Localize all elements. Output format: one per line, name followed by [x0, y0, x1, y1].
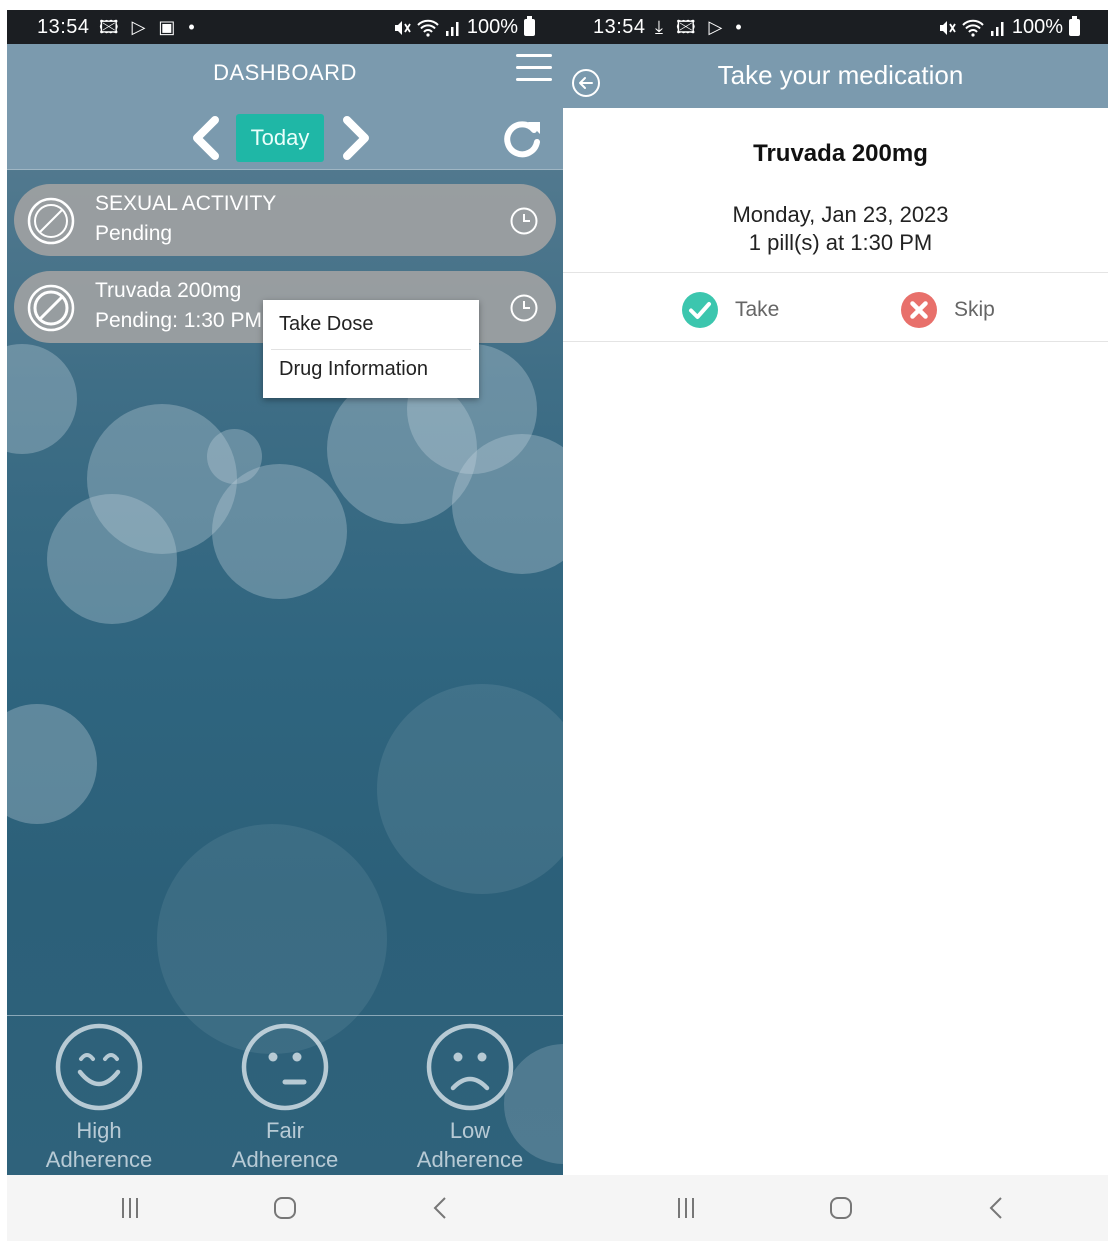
pill-icon [27, 197, 75, 245]
smile-face-icon [55, 1023, 143, 1111]
signal-icon [445, 21, 459, 36]
hamburger-menu-icon[interactable] [516, 54, 552, 84]
page-title: Take your medication [717, 60, 964, 90]
check-circle-icon [682, 292, 718, 328]
clock-icon [510, 207, 538, 235]
take-medication-screen: 13:54 ⤓ 🖾 ▷ • 100% Take your medication … [563, 10, 1108, 1241]
take-button[interactable]: Take [681, 288, 779, 332]
divider [563, 272, 1108, 273]
adherence-bar: High Adherence Fair Adherence Low Adherence [7, 1015, 563, 1175]
clock-icon [510, 294, 538, 322]
wifi-icon [962, 19, 984, 37]
status-bar: 13:54 🖾 ▷ ▣ • 100% [7, 10, 563, 44]
medication-header: Take your medication [563, 44, 1108, 108]
adherence-high-label: High Adherence [45, 1118, 153, 1172]
battery-percent: 100% [1011, 16, 1063, 38]
notification-icons: 🖾 ▷ ▣ • [99, 17, 199, 37]
med-status: Pending: 1:30 PM [95, 309, 262, 332]
dashboard-screen: 13:54 🖾 ▷ ▣ • 100% DASHBOARD Today SEXUA… [7, 10, 563, 1241]
divider [563, 341, 1108, 342]
take-label: Take [735, 298, 780, 321]
home-icon[interactable] [270, 1193, 300, 1223]
recent-apps-icon[interactable] [671, 1193, 701, 1223]
signal-icon [990, 21, 1004, 36]
med-name: Truvada 200mg [95, 279, 242, 302]
pill-icon [27, 284, 75, 332]
mute-icon [939, 20, 956, 35]
date-navigation: Today [7, 112, 563, 162]
today-button[interactable]: Today [236, 114, 324, 162]
recent-apps-icon[interactable] [115, 1193, 145, 1223]
adherence-fair-label: Fair Adherence [231, 1118, 339, 1172]
refresh-icon[interactable] [500, 116, 544, 160]
adherence-low-label: Low Adherence [416, 1118, 524, 1172]
med-card-sexual-activity[interactable]: SEXUAL ACTIVITY Pending [14, 184, 556, 256]
chevron-left-icon[interactable] [185, 116, 225, 160]
med-status: Pending [95, 222, 173, 245]
system-nav-bar [563, 1175, 1108, 1241]
close-circle-icon [901, 292, 937, 328]
mute-icon [394, 20, 411, 35]
chevron-right-icon[interactable] [337, 116, 377, 160]
notification-icons: ⤓ 🖾 ▷ • [655, 17, 746, 37]
battery-icon [524, 16, 535, 36]
status-bar: 13:54 ⤓ 🖾 ▷ • 100% [563, 10, 1108, 44]
system-nav-bar [7, 1175, 563, 1241]
drug-name: Truvada 200mg [753, 140, 928, 167]
status-time: 13:54 [593, 16, 646, 38]
adherence-high[interactable]: High Adherence [9, 1016, 189, 1174]
context-menu: Take Dose Drug Information [263, 300, 479, 398]
status-right: 100% [393, 16, 535, 39]
home-icon[interactable] [826, 1193, 856, 1223]
menu-item-drug-information[interactable]: Drug Information [279, 358, 428, 381]
battery-icon [1069, 16, 1080, 36]
skip-label: Skip [954, 298, 995, 321]
dose-time: 1 pill(s) at 1:30 PM [748, 230, 933, 255]
status-right: 100% [938, 16, 1080, 39]
back-nav-icon[interactable] [426, 1193, 456, 1223]
menu-item-take-dose[interactable]: Take Dose [279, 313, 374, 336]
battery-percent: 100% [466, 16, 518, 38]
med-name: SEXUAL ACTIVITY [95, 192, 277, 215]
status-time: 13:54 [37, 16, 90, 38]
dashboard-header: DASHBOARD Today [7, 44, 563, 170]
adherence-fair[interactable]: Fair Adherence [195, 1016, 375, 1174]
back-nav-icon[interactable] [982, 1193, 1012, 1223]
neutral-face-icon [241, 1023, 329, 1111]
wifi-icon [417, 19, 439, 37]
menu-divider [271, 349, 471, 350]
sad-face-icon [426, 1023, 514, 1111]
skip-button[interactable]: Skip [900, 288, 995, 332]
adherence-low[interactable]: Low Adherence [380, 1016, 560, 1174]
page-title: DASHBOARD [213, 60, 357, 85]
dose-date: Monday, Jan 23, 2023 [732, 202, 949, 227]
